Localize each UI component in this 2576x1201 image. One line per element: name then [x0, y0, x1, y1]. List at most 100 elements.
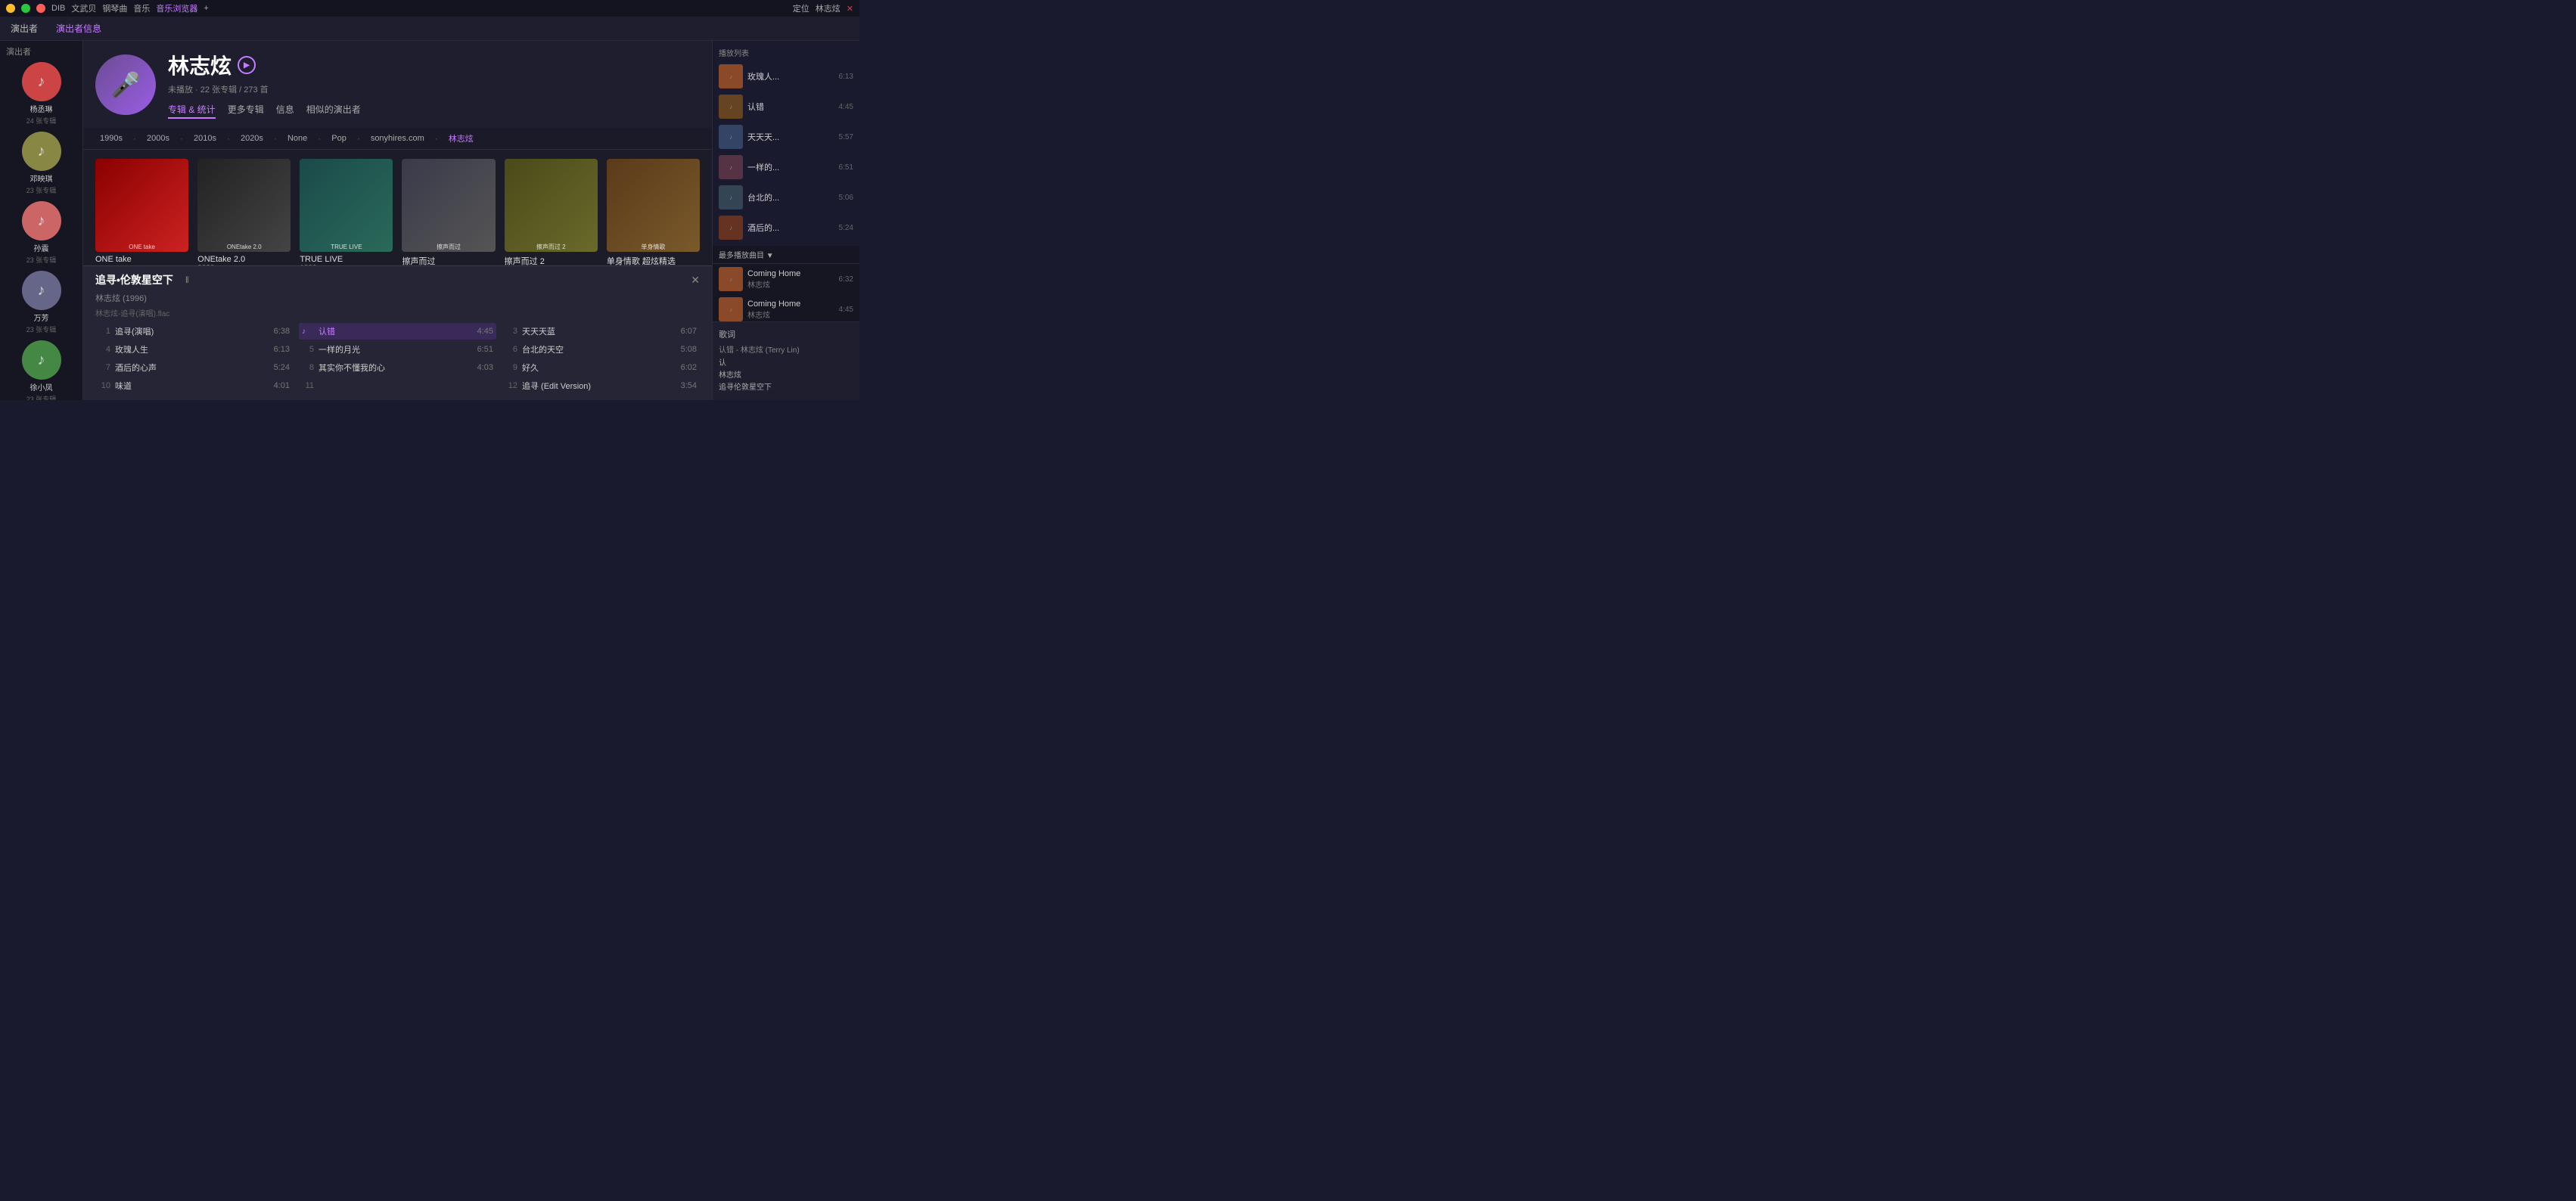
playlist-item[interactable]: ♪ Coming Home 林志炫 6:32	[713, 264, 859, 294]
playlist-item-top[interactable]: ♪ 认错 4:45	[713, 92, 859, 122]
filter-linzhixuan[interactable]: 林志炫	[444, 131, 478, 146]
track-row[interactable]: 12 追寻 (Edit Version) 3:54	[502, 377, 700, 394]
toolbar-performer-info[interactable]: 演出者信息	[53, 20, 104, 36]
track-duration: 6:51	[477, 345, 493, 354]
filter-pop[interactable]: Pop	[327, 132, 351, 144]
album-item[interactable]: 擦声而过 擦声而过 2001	[402, 159, 495, 265]
tab-dib[interactable]: DIB	[51, 4, 65, 13]
artist-item[interactable]: ♪ 孙震 23 张专辑	[0, 198, 82, 268]
track-name: 台北的天空	[522, 343, 676, 355]
playlist-song: Coming Home	[747, 299, 834, 309]
track-duration: 3:54	[681, 381, 697, 390]
playlist-dur: 5:57	[839, 133, 853, 141]
playlist-item[interactable]: ♪ Coming Home 林志炫 4:45	[713, 294, 859, 321]
artist-item[interactable]: ♪ 杨丞琳 24 张专辑	[0, 59, 82, 129]
track-num: 12	[505, 381, 517, 390]
playlist-dur: 4:45	[839, 103, 853, 111]
track-panel-header: 追寻•伦敦星空下 ‖ ✕	[95, 272, 700, 287]
track-row[interactable]: 7 酒后的心声 5:24	[95, 359, 293, 376]
artist-item[interactable]: ♪ 万芳 23 张专辑	[0, 268, 82, 337]
filter-sonyhires[interactable]: sonyhires.com	[366, 132, 429, 144]
close-btn-win[interactable]	[36, 4, 45, 13]
album-item[interactable]: 单身情歌 单身情歌 超炫精选 2008	[607, 159, 700, 265]
album-cover: ONE take	[95, 159, 188, 252]
tab-similar[interactable]: 相似的演出者	[306, 101, 361, 119]
track-row[interactable]: 11	[299, 377, 496, 394]
album-item[interactable]: 擦声而过 2 擦声而过 2 2008	[505, 159, 598, 265]
track-name: 其实你不懂我的心	[319, 362, 473, 374]
playlist-header-label: 播放列表	[713, 44, 859, 61]
tab-piano[interactable]: 钢琴曲	[102, 2, 127, 14]
lyric-line: 认	[719, 358, 853, 370]
tab-info[interactable]: 信息	[276, 101, 294, 119]
album-item[interactable]: TRUE LIVE TRUE LIVE 1999	[300, 159, 393, 265]
tab-wenwubei[interactable]: 文武贝	[71, 2, 96, 14]
playlist-item-top[interactable]: ♪ 台北的... 5:06	[713, 182, 859, 213]
track-row[interactable]: 10 味道 4:01	[95, 377, 293, 394]
filter-1990s[interactable]: 1990s	[95, 132, 127, 144]
track-row[interactable]: 9 好久 6:02	[502, 359, 700, 376]
track-row[interactable]: 4 玫瑰人生 6:13	[95, 341, 293, 358]
now-playing-section: 播放列表 ♪ 玫瑰人... 6:13 ♪ 认错 4:45 ♪ 天天天... 5:…	[713, 41, 859, 246]
locate-btn[interactable]: 定位	[793, 2, 809, 14]
maximize-btn[interactable]	[21, 4, 30, 13]
artist-avatar: ♪	[22, 340, 61, 380]
lyric-line: 追寻伦敦星空下	[719, 382, 853, 394]
filter-2020s[interactable]: 2020s	[236, 132, 268, 144]
track-panel-pause[interactable]: ‖	[185, 275, 189, 285]
album-item[interactable]: ONE take ONE take 公视歌万万岁电视演唱会	[95, 159, 188, 265]
close-icon[interactable]: ✕	[847, 4, 853, 14]
lyrics-section: 歌词 认错 - 林志炫 (Terry Lin) 认林志炫追寻伦敦星空下	[713, 321, 859, 400]
track-row[interactable]: 8 其实你不懂我的心 4:03	[299, 359, 496, 376]
tab-albums-stats[interactable]: 专辑 & 统计	[168, 101, 216, 119]
main-layout: 演出者 ♪ 杨丞琳 24 张专辑 ♪ 邓映琪 23 张专辑 ♪ 孙震 23 张专…	[0, 41, 859, 400]
playlist-scroll[interactable]: ♪ Coming Home 林志炫 6:32 ♪ Coming Home 林志炫…	[713, 264, 859, 321]
artist-name-label: 万芳	[34, 312, 49, 323]
track-duration: 6:38	[274, 327, 290, 336]
tab-browser[interactable]: 音乐浏览器	[156, 2, 197, 14]
tab-more-albums[interactable]: 更多专辑	[228, 101, 264, 119]
right-sidebar: 播放列表 ♪ 玫瑰人... 6:13 ♪ 认错 4:45 ♪ 天天天... 5:…	[712, 41, 859, 400]
albums-grid: ONE take ONE take 公视歌万万岁电视演唱会 ONEtake 2.…	[95, 159, 700, 265]
playlist-cover: ♪	[719, 185, 743, 209]
albums-scroll[interactable]: ONE take ONE take 公视歌万万岁电视演唱会 ONEtake 2.…	[83, 150, 712, 265]
playlist-item-top[interactable]: ♪ 玫瑰人... 6:13	[713, 61, 859, 92]
artist-name-label: 邓映琪	[30, 172, 53, 184]
play-artist-btn[interactable]: ▶	[238, 56, 256, 74]
playlist-cover: ♪	[719, 155, 743, 179]
playlist-item-top[interactable]: ♪ 天天天... 5:57	[713, 122, 859, 152]
artist-name-label: 杨丞琳	[30, 103, 53, 114]
filter-2000s[interactable]: 2000s	[142, 132, 174, 144]
track-name: 天天天蓝	[522, 325, 676, 337]
track-num: 4	[98, 345, 110, 354]
artist-name-display: 林志炫	[168, 50, 231, 80]
minimize-btn[interactable]	[6, 4, 15, 13]
most-played-label[interactable]: 最多播放曲目 ▼	[713, 246, 859, 264]
artist-item[interactable]: ♪ 徐小凤 23 张专辑	[0, 337, 82, 400]
playlist-dur: 5:24	[839, 224, 853, 232]
playlist-song: Coming Home	[747, 269, 834, 278]
playlist-item-top[interactable]: ♪ 一样的... 6:51	[713, 152, 859, 182]
playlist-item-top[interactable]: ♪ 酒后的... 5:24	[713, 213, 859, 243]
artist-avatar: ♪	[22, 271, 61, 310]
filter-none[interactable]: None	[283, 132, 312, 144]
album-item[interactable]: ONEtake 2.0 ONEtake 2.0 2020	[197, 159, 291, 265]
filter-2010s[interactable]: 2010s	[189, 132, 221, 144]
track-name: 玫瑰人生	[115, 343, 269, 355]
tab-music[interactable]: 音乐	[133, 2, 150, 14]
artist-name-right: 林志炫	[816, 2, 841, 14]
artist-item[interactable]: ♪ 邓映琪 23 张专辑	[0, 129, 82, 198]
toolbar-performer[interactable]: 演出者	[8, 20, 41, 36]
track-row[interactable]: 3 天天天蓝 6:07	[502, 323, 700, 340]
track-panel-close[interactable]: ✕	[691, 274, 700, 287]
track-row[interactable]: 6 台北的天空 5:08	[502, 341, 700, 358]
center-content: 🎤 林志炫 ▶ 未播放 · 22 张专辑 / 273 首 专辑 & 统计 更多专…	[83, 41, 712, 400]
lyrics-lines: 认林志炫追寻伦敦星空下	[719, 358, 853, 394]
track-row[interactable]: 1 追寻(演唱) 6:38	[95, 323, 293, 340]
track-num: 8	[302, 363, 314, 372]
playlist-info: 天天天...	[747, 131, 834, 143]
track-row[interactable]: 5 一样的月光 6:51	[299, 341, 496, 358]
add-tab-btn[interactable]: +	[204, 4, 208, 13]
sidebar-section-title: 演出者	[0, 41, 82, 59]
track-row[interactable]: ♪ 认错 4:45	[299, 323, 496, 340]
